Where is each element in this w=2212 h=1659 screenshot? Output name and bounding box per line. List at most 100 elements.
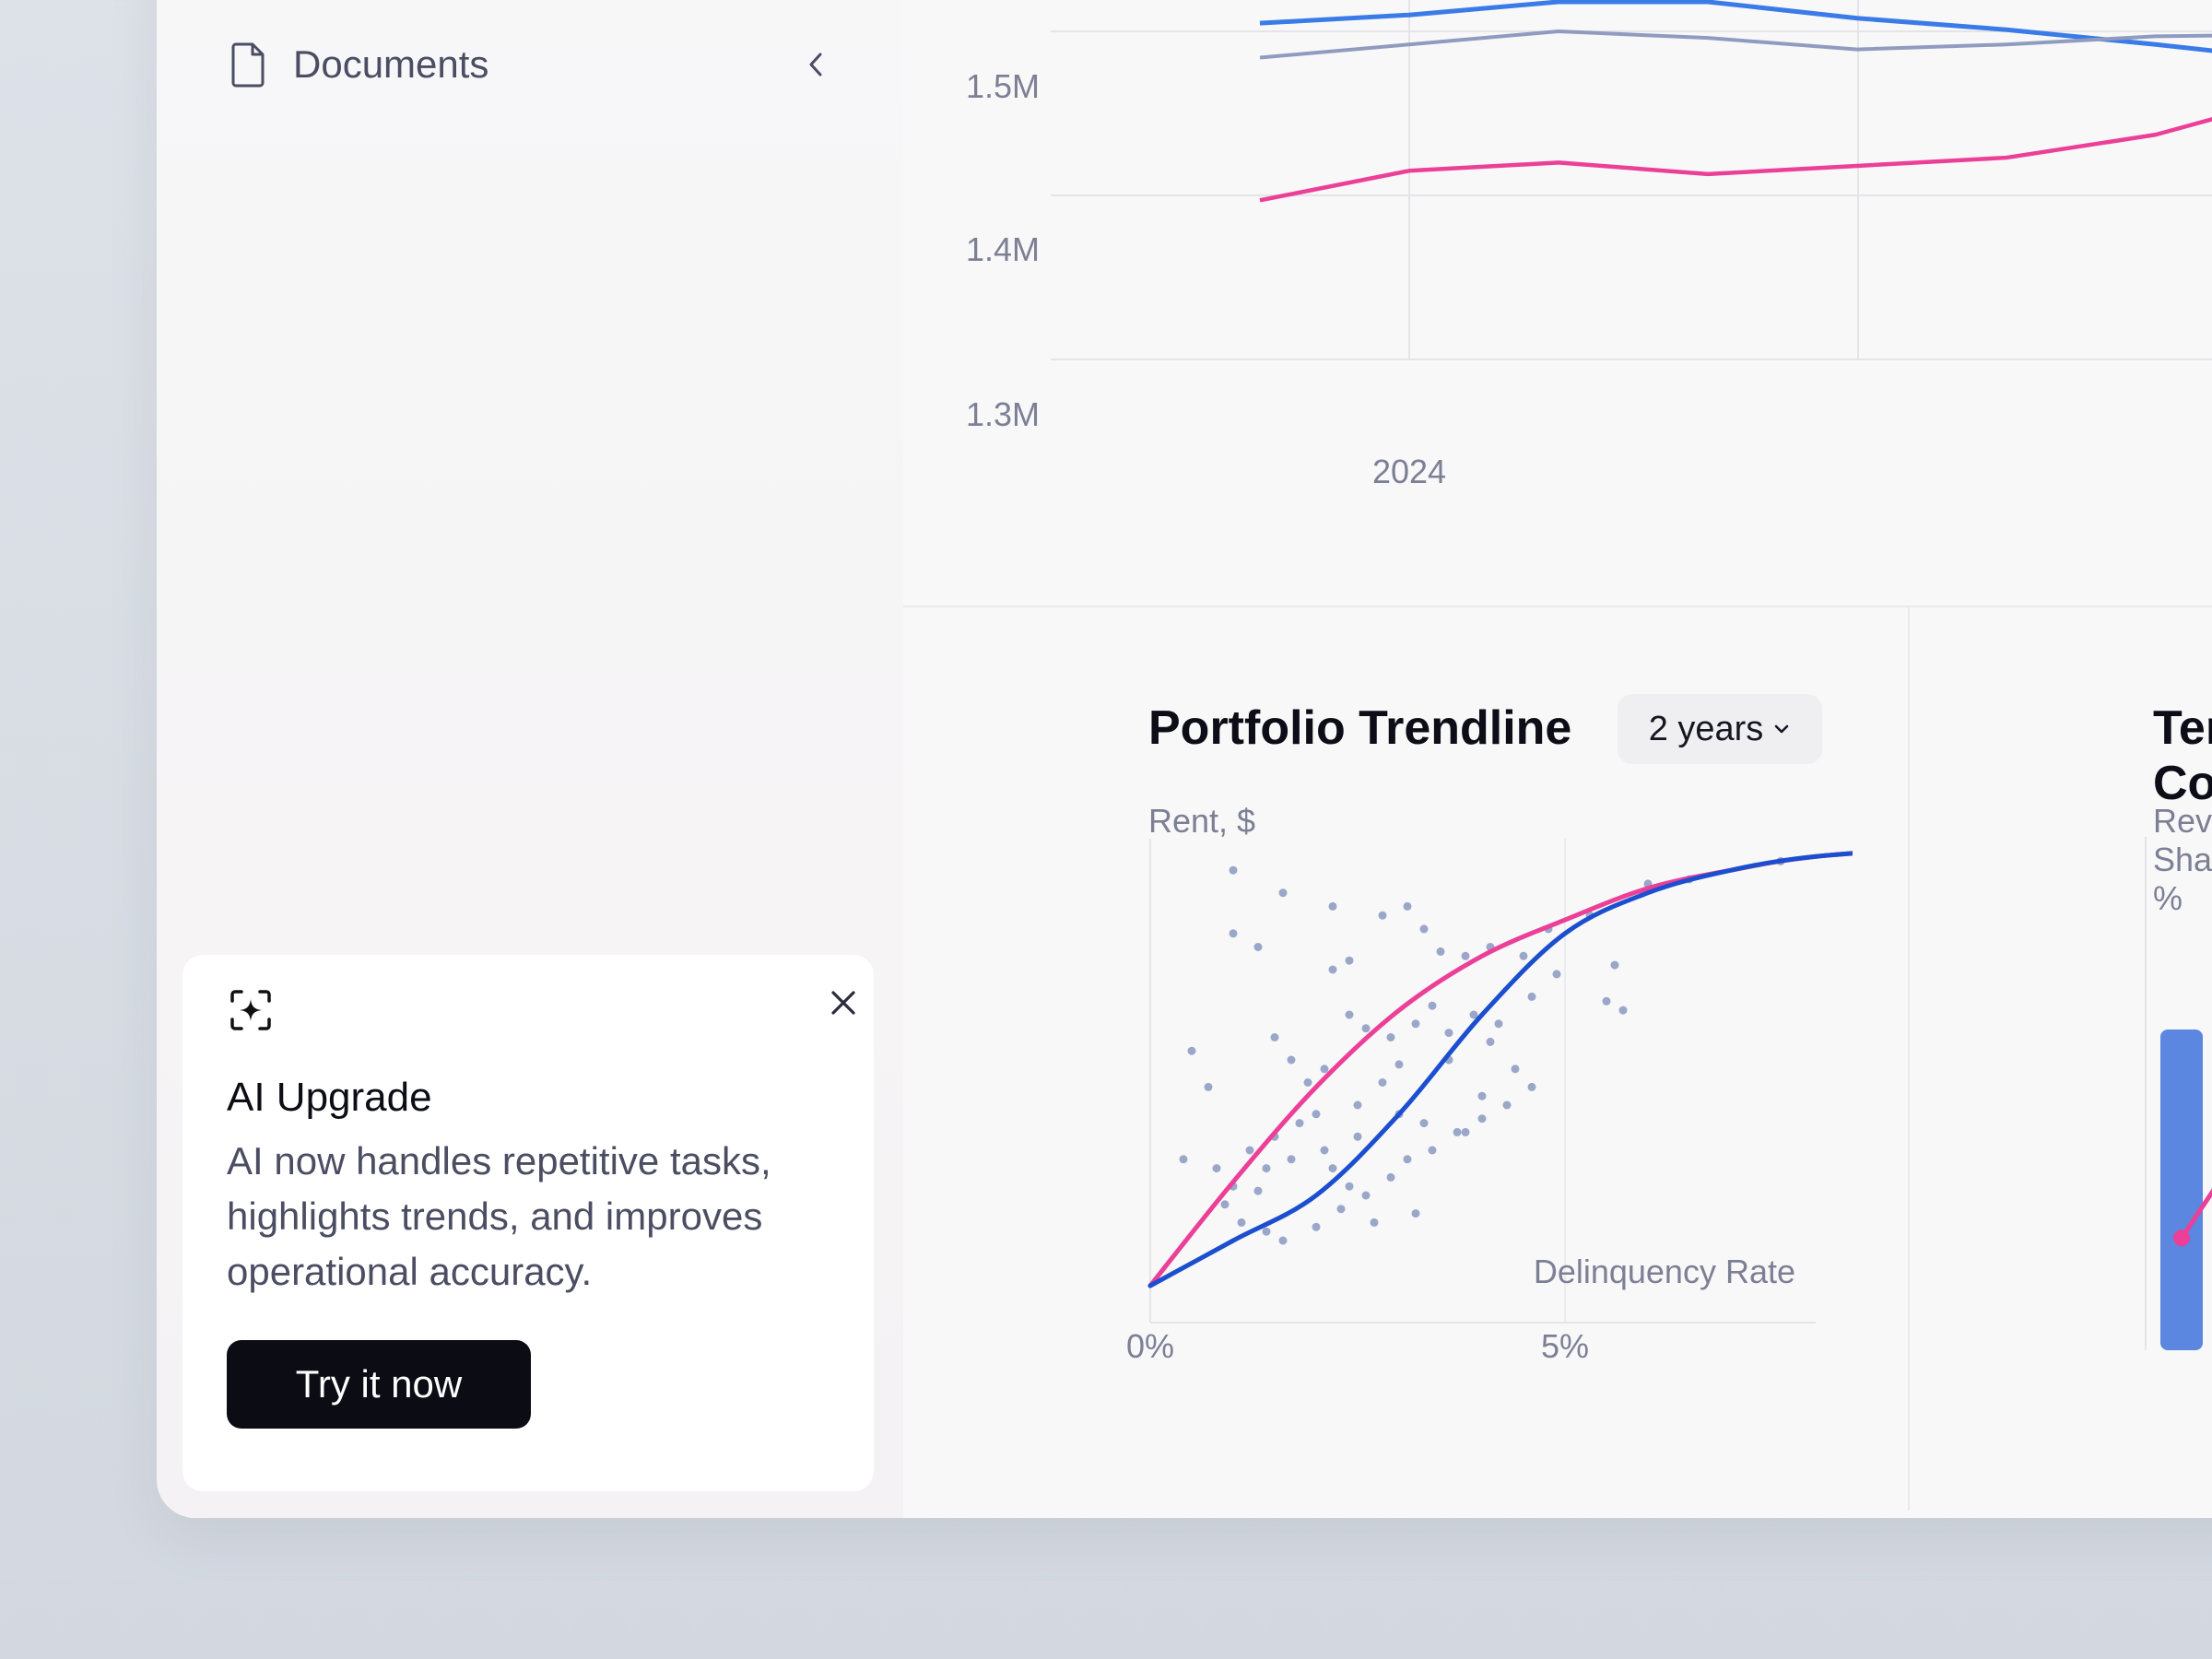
close-icon <box>831 991 855 1015</box>
data-point <box>1370 1218 1379 1227</box>
portfolio-title: Portfolio Trendline <box>1148 701 1572 755</box>
tenant-title: Tenant Co <box>2153 701 2212 810</box>
data-point <box>1411 1019 1420 1029</box>
data-point <box>1361 1024 1371 1033</box>
data-point <box>1403 1155 1412 1164</box>
data-point <box>1237 1218 1246 1227</box>
data-point <box>1453 1127 1462 1136</box>
data-point <box>1602 996 1611 1006</box>
app-window: Documents AI Upgrade AI now handles repe… <box>157 0 2212 1518</box>
data-point <box>1353 1132 1362 1141</box>
data-point <box>1494 1019 1503 1029</box>
data-point <box>1320 1065 1329 1074</box>
close-button[interactable] <box>823 982 864 1023</box>
data-point <box>1519 951 1528 960</box>
data-point <box>1303 1078 1312 1087</box>
data-point <box>1428 1001 1437 1010</box>
range-dropdown-value: 2 years <box>1648 709 1764 748</box>
data-point <box>1403 901 1412 911</box>
data-point <box>1287 1055 1296 1065</box>
data-point <box>1336 1205 1346 1214</box>
data-point <box>1278 1236 1288 1245</box>
data-point <box>1378 911 1387 920</box>
data-point <box>1353 1100 1362 1110</box>
data-point <box>1386 1172 1395 1182</box>
data-point <box>1444 1029 1453 1038</box>
data-point <box>1328 901 1337 911</box>
data-point <box>1262 1227 1271 1236</box>
data-point <box>1253 1186 1263 1195</box>
data-point <box>1610 960 1619 970</box>
data-point <box>1229 865 1238 875</box>
data-point <box>1618 1006 1628 1015</box>
trend-line <box>1147 851 1853 1288</box>
x-tick-label: 0% <box>1126 1327 1174 1365</box>
y-tick-label: 1.5M <box>966 67 1040 105</box>
data-point <box>1502 1100 1512 1110</box>
ai-card-title: AI Upgrade <box>227 1075 432 1120</box>
data-point <box>1477 1091 1487 1100</box>
data-point <box>1212 1164 1221 1173</box>
data-point <box>1270 1033 1279 1041</box>
data-point <box>1386 1033 1395 1041</box>
try-it-now-button[interactable]: Try it now <box>227 1340 531 1429</box>
chevron-down-icon <box>1775 724 1789 734</box>
sidebar: Documents AI Upgrade AI now handles repe… <box>157 0 903 1518</box>
data-point <box>1511 1065 1520 1074</box>
data-point <box>1295 1119 1304 1128</box>
y-tick-label: 1.4M <box>966 230 1040 268</box>
sidebar-item-documents[interactable]: Documents <box>230 37 488 92</box>
data-point <box>1328 1164 1337 1173</box>
data-point <box>1411 1209 1420 1218</box>
bar <box>2160 1030 2203 1350</box>
data-point <box>1312 1110 1321 1119</box>
data-point <box>1345 1010 1354 1019</box>
x-tick-label: 5% <box>1541 1327 1589 1365</box>
chevron-left-icon <box>809 53 822 76</box>
data-point <box>1461 951 1470 960</box>
ai-card-body: AI now handles repetitive tasks, highlig… <box>227 1139 771 1293</box>
collapse-sidebar-button[interactable] <box>793 41 839 88</box>
data-point <box>1204 1082 1213 1091</box>
main-content: 1.5M 1.4M 1.3M 2024 Portfolio Trendline … <box>903 0 2212 1518</box>
data-point <box>1345 1182 1354 1191</box>
share-point <box>2173 1230 2190 1247</box>
data-point <box>1436 947 1445 956</box>
data-point <box>1229 929 1238 938</box>
portfolio-scatter-chart: Delinquency Rate 0% 5% <box>1126 839 1853 1365</box>
data-point <box>1477 1114 1487 1124</box>
section-divider <box>903 606 2212 607</box>
sidebar-item-label: Documents <box>293 42 489 86</box>
data-point <box>1527 1082 1536 1091</box>
ai-upgrade-card: AI Upgrade AI now handles repetitive tas… <box>182 955 874 1491</box>
data-point <box>1486 1037 1495 1046</box>
data-point <box>1552 970 1561 979</box>
x-tick-label: 2024 <box>1372 453 1446 490</box>
data-point <box>1419 924 1429 934</box>
data-point <box>1253 943 1263 951</box>
data-point <box>1428 1146 1437 1155</box>
data-point <box>1278 888 1288 898</box>
x-axis-label: Delinquency Rate <box>1534 1253 1795 1290</box>
data-point <box>1345 956 1354 965</box>
data-point <box>1287 1155 1296 1164</box>
data-point <box>1320 1146 1329 1155</box>
range-dropdown[interactable]: 2 years <box>1618 694 1822 764</box>
data-point <box>1187 1046 1196 1055</box>
series-line <box>1259 0 2212 53</box>
trend-line <box>1147 851 1853 1288</box>
data-point <box>1394 1060 1404 1069</box>
document-icon <box>231 42 265 88</box>
revenue-line-chart: 1.5M 1.4M 1.3M 2024 <box>966 0 2212 490</box>
y-tick-label: 1.3M <box>966 395 1040 433</box>
data-point <box>1312 1222 1321 1231</box>
tenant-bar-chart <box>2145 837 2212 1350</box>
series-line <box>1259 117 2212 203</box>
data-point <box>1527 992 1536 1001</box>
data-point <box>1245 1146 1254 1155</box>
panel-divider <box>1908 607 1910 1511</box>
data-point <box>1328 965 1337 974</box>
data-point <box>1361 1191 1371 1200</box>
data-point <box>1179 1155 1188 1164</box>
data-point <box>1262 1164 1271 1173</box>
